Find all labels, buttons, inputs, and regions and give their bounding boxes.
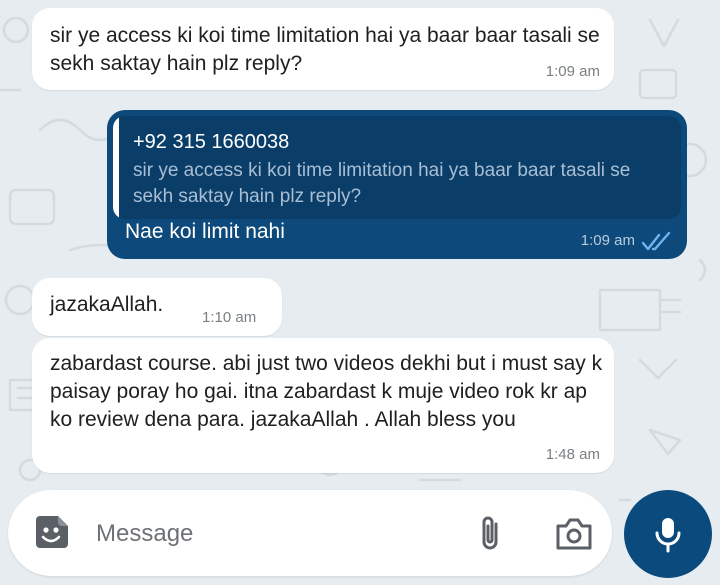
outgoing-message[interactable]: +92 315 1660038 sir ye access ki koi tim… <box>107 110 687 259</box>
camera-icon[interactable] <box>552 512 596 556</box>
message-time: 1:09 am <box>580 232 635 249</box>
double-check-read-icon <box>641 231 671 251</box>
incoming-message[interactable]: sir ye access ki koi time limitation hai… <box>32 8 614 90</box>
incoming-message[interactable]: jazakaAllah. 1:10 am <box>32 278 282 336</box>
message-text: Nae koi limit nahi <box>125 220 285 243</box>
message-composer <box>8 490 612 576</box>
quoted-author: +92 315 1660038 <box>133 131 290 153</box>
sticker-smiley-icon[interactable] <box>32 512 72 552</box>
microphone-icon <box>655 518 681 553</box>
message-text: zabardast course. abi just two videos de… <box>50 352 603 431</box>
message-time: 1:10 am <box>202 309 257 326</box>
quote-accent-bar <box>113 116 119 219</box>
message-time: 1:09 am <box>545 63 600 80</box>
quoted-text: sir ye access ki koi time limitation hai… <box>133 160 631 207</box>
quoted-reply[interactable]: +92 315 1660038 sir ye access ki koi tim… <box>113 116 681 219</box>
voice-record-button[interactable] <box>624 490 712 578</box>
message-time: 1:48 am <box>545 446 600 463</box>
message-text: jazakaAllah. <box>50 293 164 316</box>
incoming-message[interactable]: zabardast course. abi just two videos de… <box>32 338 614 473</box>
message-input[interactable] <box>96 514 436 554</box>
paperclip-icon[interactable] <box>470 512 510 556</box>
message-text: sir ye access ki koi time limitation hai… <box>50 24 600 75</box>
